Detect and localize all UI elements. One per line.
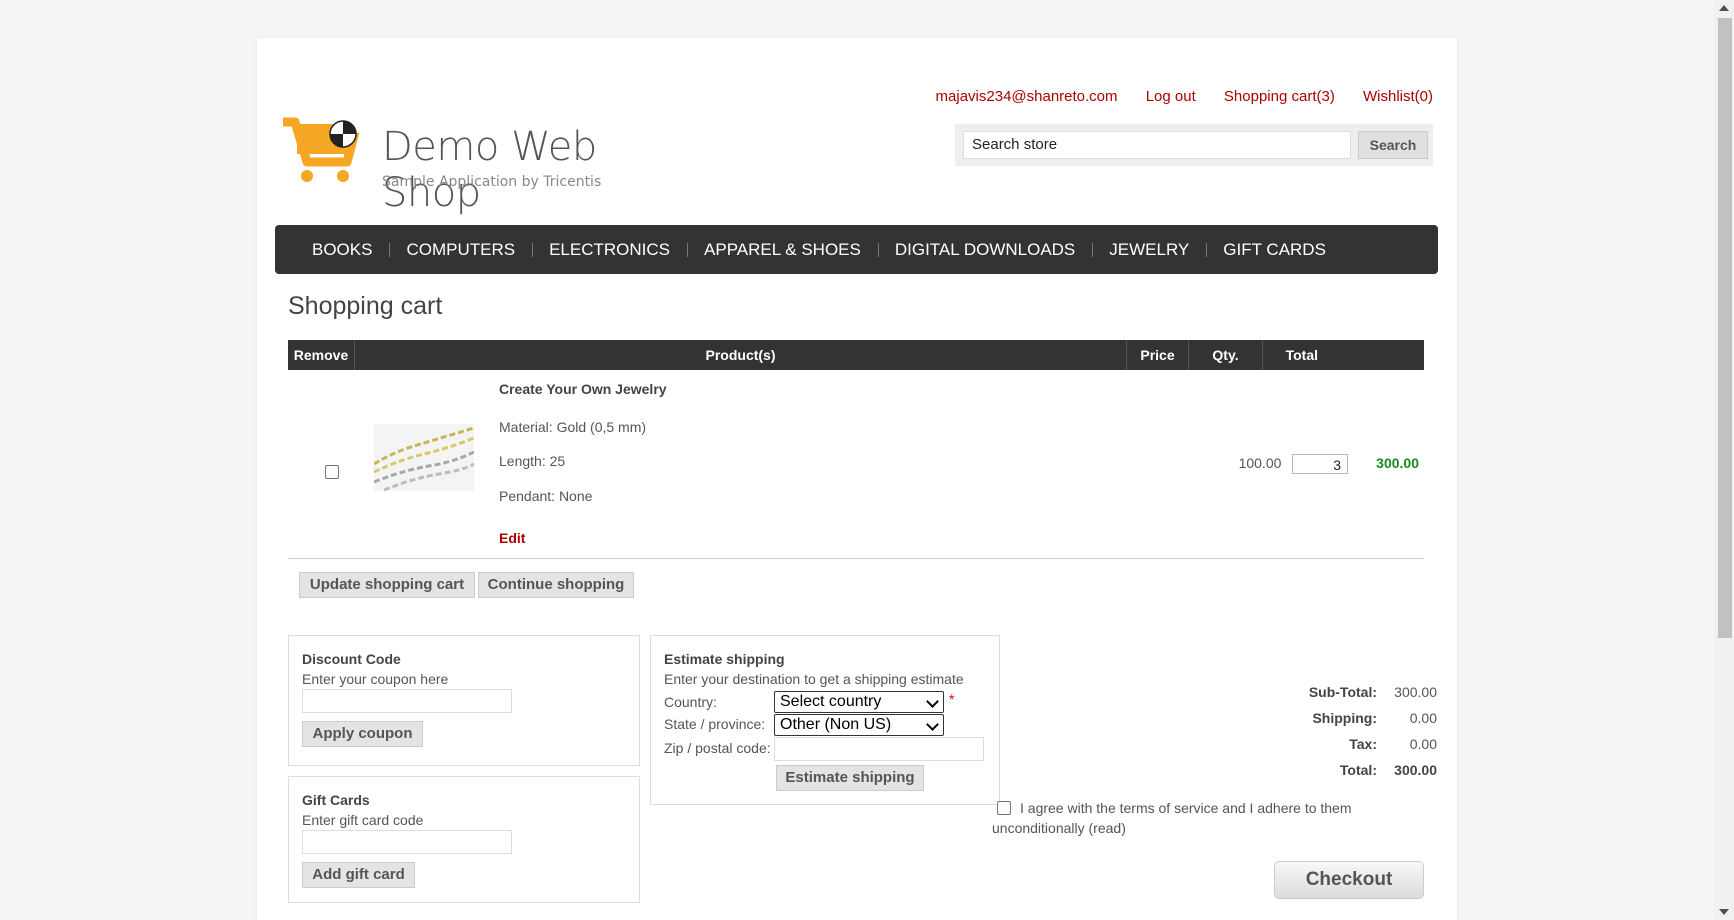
estimate-shipping-title: Estimate shipping [664, 651, 785, 667]
shipping-label: Shipping: [1312, 710, 1377, 726]
subtotal-label: Sub-Total: [1308, 684, 1377, 700]
required-mark: * [949, 691, 955, 707]
vertical-scrollbar[interactable] [1714, 0, 1734, 920]
apply-coupon-button[interactable]: Apply coupon [302, 721, 423, 747]
search-box: Search store Search [955, 124, 1433, 166]
gift-cards-box: Gift Cards Enter gift card code Add gift… [288, 776, 640, 903]
state-select[interactable]: Other (Non US) [774, 714, 944, 736]
logout-link[interactable]: Log out [1146, 88, 1196, 105]
search-button[interactable]: Search [1358, 131, 1428, 159]
menu-item-gift-cards[interactable]: GIFT CARDS [1206, 240, 1343, 260]
tax-label: Tax: [1349, 736, 1377, 752]
state-label: State / province: [664, 716, 766, 732]
order-total-value: 300.00 [1394, 762, 1437, 778]
shopping-cart-logo-icon [283, 117, 360, 182]
order-total-label: Total: [1339, 762, 1377, 778]
search-input[interactable]: Search store [963, 131, 1351, 159]
wishlist-link[interactable]: Wishlist(0) [1363, 88, 1433, 105]
header-links: majavis234@shanreto.com Log out Shopping… [912, 88, 1433, 105]
gift-cards-hint: Enter gift card code [302, 812, 424, 828]
menu-item-books[interactable]: BOOKS [295, 240, 389, 260]
discount-hint: Enter your coupon here [302, 671, 449, 687]
chevron-down-icon [926, 695, 939, 708]
unit-price: 100.00 [1238, 455, 1282, 471]
terms-read-link[interactable]: (read) [1089, 820, 1126, 836]
zip-label: Zip / postal code: [664, 740, 771, 756]
product-image[interactable] [374, 424, 474, 491]
menu-item-electronics[interactable]: ELECTRONICS [532, 240, 687, 260]
product-attribute-pendant: Pendant: None [499, 488, 593, 504]
terms-checkbox[interactable] [997, 801, 1011, 815]
column-price: Price [1127, 340, 1189, 370]
state-select-value: Other (Non US) [780, 716, 892, 733]
discount-title: Discount Code [302, 651, 401, 667]
estimate-shipping-hint: Enter your destination to get a shipping… [664, 671, 964, 687]
checkout-button[interactable]: Checkout [1274, 861, 1424, 899]
subtotal-value: 300.00 [1394, 684, 1437, 700]
terms-of-service: I agree with the terms of service and I … [992, 798, 1402, 838]
chevron-down-icon [926, 718, 939, 731]
logo-subtitle: Sample Application by Tricentis [382, 174, 602, 190]
shopping-cart-link[interactable]: Shopping cart(3) [1224, 88, 1335, 105]
page-title: Shopping cart [288, 292, 443, 320]
column-qty: Qty. [1189, 340, 1263, 370]
tax-value: 0.00 [1409, 736, 1437, 752]
logo-title: Demo Web Shop [382, 124, 597, 216]
menu-item-computers[interactable]: COMPUTERS [389, 240, 532, 260]
top-menu: BOOKS COMPUTERS ELECTRONICS APPAREL & SH… [275, 225, 1438, 274]
menu-item-apparel-shoes[interactable]: APPAREL & SHOES [687, 240, 878, 260]
site-logo[interactable]: Demo Web Shop Sample Application by Tric… [281, 82, 701, 216]
zip-postal-code-input[interactable] [774, 737, 984, 761]
cart-table-header: Remove Product(s) Price Qty. Total [288, 340, 1424, 370]
quantity-input[interactable]: 3 [1292, 454, 1348, 474]
country-select[interactable]: Select country [774, 691, 944, 713]
estimate-shipping-box: Estimate shipping Enter your destination… [650, 635, 1000, 805]
scrollbar-thumb[interactable] [1718, 18, 1732, 638]
estimate-shipping-button[interactable]: Estimate shipping [776, 765, 924, 791]
product-name-link[interactable]: Create Your Own Jewelry [499, 381, 667, 397]
scroll-up-arrow-icon[interactable] [1719, 5, 1729, 11]
account-link[interactable]: majavis234@shanreto.com [936, 88, 1118, 105]
terms-text: I agree with the terms of service and I … [992, 800, 1352, 836]
scroll-down-arrow-icon[interactable] [1719, 909, 1729, 915]
gift-card-code-input[interactable] [302, 830, 512, 854]
gift-cards-title: Gift Cards [302, 792, 370, 808]
product-attribute-length: Length: 25 [499, 453, 566, 469]
menu-item-digital-downloads[interactable]: DIGITAL DOWNLOADS [877, 240, 1092, 260]
row-subtotal: 300.00 [1376, 455, 1419, 471]
continue-shopping-button[interactable]: Continue shopping [478, 572, 634, 598]
edit-item-link[interactable]: Edit [499, 530, 525, 546]
menu-item-jewelry[interactable]: JEWELRY [1092, 240, 1206, 260]
discount-code-box: Discount Code Enter your coupon here App… [288, 635, 640, 766]
product-attribute-material: Material: Gold (0,5 mm) [499, 419, 647, 435]
column-remove: Remove [288, 340, 355, 370]
add-gift-card-button[interactable]: Add gift card [302, 862, 415, 888]
coupon-code-input[interactable] [302, 689, 512, 713]
jewelry-chain-picture [374, 424, 474, 491]
column-total: Total [1285, 347, 1318, 363]
remove-checkbox[interactable] [325, 465, 339, 479]
page-container: Demo Web Shop Sample Application by Tric… [257, 38, 1457, 920]
cart-row-divider [288, 558, 1424, 559]
update-cart-button[interactable]: Update shopping cart [299, 572, 475, 598]
column-products: Product(s) [355, 340, 1127, 370]
country-select-value: Select country [780, 693, 882, 710]
shipping-value: 0.00 [1409, 710, 1437, 726]
country-label: Country: [664, 694, 717, 710]
